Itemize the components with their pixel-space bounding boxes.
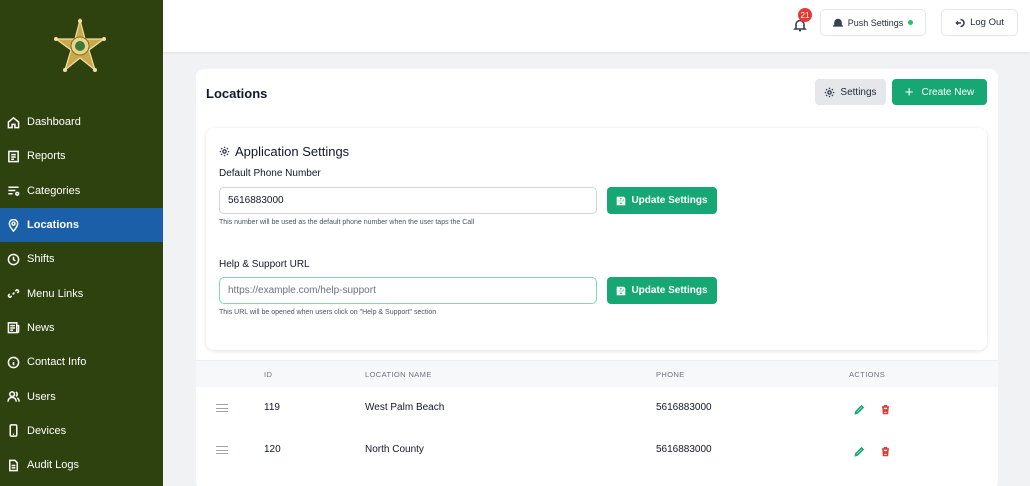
- list-filter-icon: [6, 184, 20, 198]
- locations-card: Locations Settings + Create New Applicat…: [196, 69, 998, 486]
- settings-label: Settings: [840, 86, 877, 98]
- edit-icon[interactable]: [854, 402, 865, 415]
- link-icon: [6, 287, 20, 301]
- cell-location-name: West Palm Beach: [365, 402, 445, 413]
- column-header-phone[interactable]: PHONE: [656, 370, 685, 379]
- delete-icon[interactable]: [880, 402, 891, 415]
- push-settings-label: Push Settings: [847, 17, 904, 28]
- push-settings-button[interactable]: Push Settings: [820, 9, 926, 36]
- sidebar-item-menu-links[interactable]: Menu Links: [0, 276, 163, 310]
- edit-icon[interactable]: [854, 444, 865, 457]
- clock-icon: [6, 252, 20, 266]
- status-dot: [908, 20, 914, 25]
- info-icon: [6, 355, 20, 369]
- default-phone-hint: This number will be used as the default …: [219, 219, 475, 226]
- drag-handle-icon[interactable]: [216, 446, 228, 457]
- sidebar-item-label: Dashboard: [27, 116, 81, 129]
- sidebar-item-label: News: [27, 321, 55, 334]
- column-header-actions: ACTIONS: [849, 370, 886, 379]
- device-icon: [6, 424, 20, 438]
- report-icon: [6, 149, 20, 163]
- gear-icon: [825, 87, 835, 97]
- bell-icon: [832, 18, 843, 27]
- cell-phone: 5616883000: [656, 402, 712, 413]
- logout-label: Log Out: [970, 17, 1004, 28]
- logout-button[interactable]: Log Out: [941, 9, 1018, 36]
- column-header-id[interactable]: ID: [264, 370, 272, 379]
- sidebar-item-label: Users: [27, 390, 56, 403]
- logout-icon: [955, 18, 965, 27]
- sidebar-item-contact-info[interactable]: Contact Info: [0, 345, 163, 379]
- home-icon: [6, 115, 20, 129]
- cell-id: 120: [264, 444, 281, 455]
- table-header: ID LOCATION NAME PHONE ACTIONS: [196, 360, 998, 387]
- help-support-url-input[interactable]: [219, 277, 597, 304]
- sidebar-item-label: Reports: [27, 150, 66, 163]
- cell-location-name: North County: [365, 444, 424, 455]
- notifications-button[interactable]: 21: [791, 8, 812, 34]
- help-support-url-hint: This URL will be opened when users click…: [219, 309, 437, 316]
- sidebar-item-categories[interactable]: Categories: [0, 174, 163, 208]
- update-settings-label: Update Settings: [631, 195, 708, 206]
- sidebar-item-label: Audit Logs: [27, 459, 79, 472]
- application-settings-title: Application Settings: [219, 144, 349, 159]
- settings-button[interactable]: Settings: [815, 79, 886, 105]
- default-phone-label: Default Phone Number: [219, 168, 321, 179]
- update-settings-label: Update Settings: [631, 285, 708, 296]
- sidebar-item-label: Locations: [27, 219, 79, 232]
- page-title: Locations: [206, 86, 268, 101]
- update-phone-settings-button[interactable]: Update Settings: [607, 187, 717, 214]
- sidebar: Dashboard Reports Categories Locations S…: [0, 0, 163, 486]
- plus-icon: +: [904, 83, 914, 101]
- sidebar-item-label: Shifts: [27, 253, 55, 266]
- drag-handle-icon[interactable]: [216, 404, 228, 415]
- sidebar-item-label: Categories: [27, 184, 81, 197]
- table-row: 120 North County 5616883000: [196, 429, 998, 471]
- delete-icon[interactable]: [880, 444, 891, 457]
- cell-phone: 5616883000: [656, 444, 712, 455]
- sheriff-badge-logo: [52, 17, 108, 74]
- help-support-url-label: Help & Support URL: [219, 259, 310, 270]
- sidebar-item-dashboard[interactable]: Dashboard: [0, 105, 163, 139]
- document-icon: [6, 458, 20, 472]
- create-new-button[interactable]: + Create New: [892, 79, 987, 105]
- sidebar-item-label: Menu Links: [27, 287, 84, 300]
- save-icon: [617, 196, 626, 205]
- update-help-settings-button[interactable]: Update Settings: [607, 277, 717, 304]
- sidebar-item-locations[interactable]: Locations: [0, 207, 163, 243]
- sidebar-item-label: Contact Info: [27, 356, 87, 369]
- sidebar-item-news[interactable]: News: [0, 311, 163, 345]
- sidebar-item-audit-logs[interactable]: Audit Logs: [0, 448, 163, 482]
- gear-icon: [219, 146, 230, 157]
- newspaper-icon: [6, 321, 20, 335]
- create-new-label: Create New: [921, 86, 975, 98]
- cell-id: 119: [264, 402, 280, 413]
- column-header-location-name[interactable]: LOCATION NAME: [365, 370, 432, 379]
- sidebar-nav: Dashboard Reports Categories Locations S…: [0, 105, 163, 482]
- sidebar-item-reports[interactable]: Reports: [0, 139, 163, 173]
- notification-count-badge: 21: [798, 8, 812, 22]
- sidebar-item-label: Devices: [27, 424, 67, 437]
- top-bar: 21 Push Settings Log Out: [163, 0, 1030, 52]
- users-icon: [6, 390, 20, 404]
- application-settings-label: Application Settings: [235, 144, 350, 159]
- sidebar-item-devices[interactable]: Devices: [0, 414, 163, 448]
- sidebar-item-users[interactable]: Users: [0, 379, 163, 413]
- table-row: 119 West Palm Beach 5616883000: [196, 387, 998, 429]
- save-icon: [617, 286, 626, 295]
- default-phone-input[interactable]: [219, 187, 597, 214]
- map-pin-icon: [6, 218, 20, 232]
- sidebar-item-shifts[interactable]: Shifts: [0, 242, 163, 276]
- application-settings-panel: Application Settings Default Phone Numbe…: [206, 128, 987, 350]
